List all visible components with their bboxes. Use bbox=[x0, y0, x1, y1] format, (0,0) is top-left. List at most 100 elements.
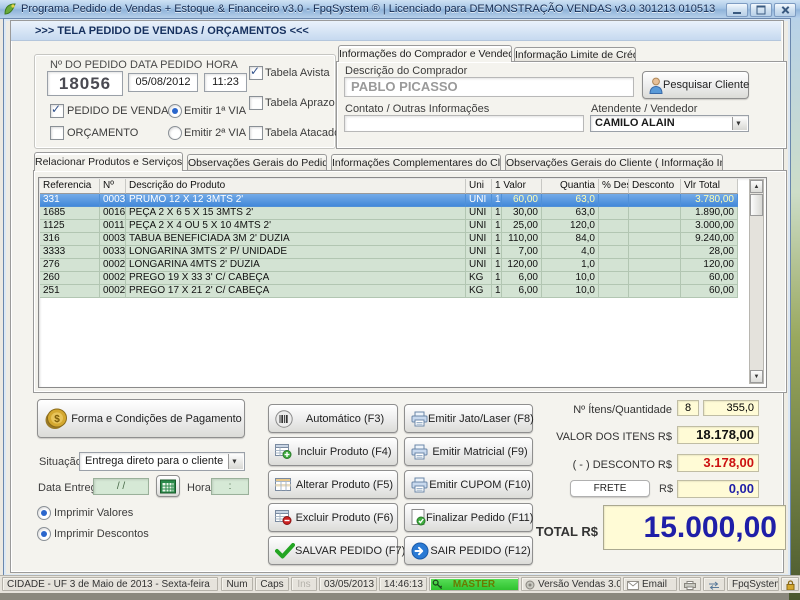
forma-pagamento-label: Forma e Condições de Pagamento bbox=[69, 413, 244, 425]
cell-valor: 60,00 bbox=[502, 194, 542, 207]
chevron-down-icon[interactable] bbox=[228, 454, 243, 469]
header-numero[interactable]: Nº bbox=[100, 179, 126, 194]
header-desconto[interactable]: Desconto bbox=[629, 179, 681, 194]
frete-label: FRETE bbox=[571, 483, 649, 494]
header-descricao[interactable]: Descrição do Produto bbox=[126, 179, 466, 194]
data-entrega-field[interactable]: / / bbox=[93, 478, 149, 495]
tabela-avista-label: Tabela Avista bbox=[265, 67, 330, 79]
table-row[interactable]: 260000260PREGO 19 X 33 3' C/ CABEÇAKG16,… bbox=[40, 272, 738, 285]
close-button[interactable] bbox=[774, 3, 796, 17]
header-desc-pct[interactable]: % Desc. bbox=[599, 179, 629, 194]
header-referencia[interactable]: Referencia bbox=[40, 179, 100, 194]
atendente-value: CAMILO ALAIN bbox=[595, 117, 675, 129]
salvar-pedido-button[interactable]: SALVAR PEDIDO (F7) bbox=[268, 536, 398, 565]
cell-ref: 331 bbox=[40, 194, 100, 207]
orcamento-checkbox[interactable] bbox=[50, 126, 64, 140]
tab-observacoes-pedido[interactable]: Observações Gerais do Pedido -> bbox=[187, 154, 327, 171]
maximize-button[interactable] bbox=[750, 3, 772, 17]
desconto-field: 3.178,00 bbox=[677, 454, 759, 472]
status-printer-cell[interactable] bbox=[679, 577, 701, 591]
products-table: Referencia Nº Descrição do Produto Uni 1… bbox=[38, 177, 767, 388]
tabela-aprazo-checkbox[interactable] bbox=[249, 96, 263, 110]
status-user: MASTER bbox=[453, 579, 495, 590]
via2-radio[interactable] bbox=[168, 126, 182, 140]
order-date-field[interactable]: 05/08/2012 bbox=[128, 73, 198, 92]
cell-quantia: 84,0 bbox=[542, 233, 599, 246]
pesquisar-cliente-button[interactable]: Pesquisar Cliente bbox=[642, 71, 749, 99]
cell-one: 1 bbox=[492, 233, 502, 246]
scroll-thumb[interactable] bbox=[750, 194, 763, 216]
via1-radio[interactable] bbox=[168, 104, 182, 118]
app-icon bbox=[3, 2, 17, 16]
hora-entrega-field[interactable]: : bbox=[211, 478, 249, 495]
alterar-produto-button[interactable]: Alterar Produto (F5) bbox=[268, 470, 398, 499]
cell-valor: 6,00 bbox=[502, 285, 542, 298]
emitir-cupom-button[interactable]: Emitir CUPOM (F10) bbox=[404, 470, 533, 499]
cell-desconto bbox=[629, 207, 681, 220]
header-valor[interactable]: 1 Valor bbox=[492, 179, 542, 194]
scroll-down-icon[interactable]: ▼ bbox=[750, 370, 763, 383]
barcode-icon bbox=[275, 410, 293, 428]
emitir-cupom-label: Emitir CUPOM (F10) bbox=[428, 479, 532, 491]
header-quantia[interactable]: Quantia bbox=[542, 179, 599, 194]
table-row[interactable]: 316000316TABUA BENEFICIADA 3M 2' DUZIAUN… bbox=[40, 233, 738, 246]
sair-pedido-button[interactable]: SAIR PEDIDO (F12) bbox=[404, 536, 533, 565]
calendar-button[interactable] bbox=[156, 475, 180, 497]
header-vlr-total[interactable]: Vlr Total bbox=[681, 179, 738, 194]
status-time: 14:46:13 bbox=[379, 577, 427, 591]
header-uni[interactable]: Uni bbox=[466, 179, 492, 194]
chevron-down-icon[interactable] bbox=[732, 117, 747, 130]
status-location: CIDADE - UF 3 de Maio de 2013 - Sexta-fe… bbox=[2, 577, 218, 591]
tabela-avista-checkbox[interactable] bbox=[249, 66, 263, 80]
products-table-rows: 331000331PRUMO 12 X 12 3MTS 2'UNI160,006… bbox=[40, 194, 738, 298]
table-scrollbar[interactable]: ▲ ▼ bbox=[749, 179, 764, 384]
order-time-label: HORA bbox=[206, 59, 238, 71]
cell-desc_pct bbox=[599, 194, 629, 207]
tab-observacoes-cliente[interactable]: Observações Gerais do Cliente ( Informaç… bbox=[505, 154, 723, 171]
taskbar-edge bbox=[0, 592, 789, 600]
table-row[interactable]: 331000331PRUMO 12 X 12 3MTS 2'UNI160,006… bbox=[40, 194, 738, 207]
descricao-comprador-field[interactable]: PABLO PICASSO bbox=[344, 77, 634, 97]
forma-pagamento-button[interactable]: $ Forma e Condições de Pagamento bbox=[37, 399, 245, 438]
tab-comprador-vendedor[interactable]: Informações do Comprador e Vendedor -> bbox=[338, 45, 512, 62]
exit-arrow-icon bbox=[411, 542, 429, 560]
rs-label: R$ bbox=[659, 483, 673, 495]
tab-informacoes-cliente[interactable]: Informações Complementares do Cliente -> bbox=[331, 154, 501, 171]
imprimir-descontos-radio[interactable] bbox=[37, 527, 51, 541]
via1-label: Emitir 1ª VIA bbox=[184, 105, 246, 117]
cell-total: 9.240,00 bbox=[681, 233, 738, 246]
cell-desconto bbox=[629, 246, 681, 259]
contato-field[interactable] bbox=[344, 115, 584, 132]
situacao-dropdown[interactable]: Entrega direto para o cliente bbox=[79, 452, 245, 471]
imprimir-descontos-label: Imprimir Descontos bbox=[54, 528, 149, 540]
status-sync-cell[interactable] bbox=[703, 577, 725, 591]
cell-num: 003333 bbox=[100, 246, 126, 259]
cell-desconto bbox=[629, 272, 681, 285]
minimize-button[interactable] bbox=[726, 3, 748, 17]
cell-total: 1.890,00 bbox=[681, 207, 738, 220]
status-email[interactable]: Email bbox=[623, 577, 677, 591]
table-row[interactable]: 251000251PREGO 17 X 21 2' C/ CABEÇAKG16,… bbox=[40, 285, 738, 298]
tabela-atacado-checkbox[interactable] bbox=[249, 126, 263, 140]
imprimir-valores-radio[interactable] bbox=[37, 506, 51, 520]
status-lock-cell[interactable] bbox=[781, 577, 799, 591]
frete-button[interactable]: FRETE bbox=[570, 480, 650, 497]
order-time-field[interactable]: 11:23 bbox=[204, 73, 247, 92]
order-number-field[interactable]: 18056 bbox=[47, 71, 123, 96]
scroll-up-icon[interactable]: ▲ bbox=[750, 180, 763, 193]
table-row[interactable]: 1685001685PEÇA 2 X 6 5 X 15 3MTS 2'UNI13… bbox=[40, 207, 738, 220]
cell-valor: 7,00 bbox=[502, 246, 542, 259]
excluir-produto-button[interactable]: Excluir Produto (F6) bbox=[268, 503, 398, 532]
tab-limite-credito[interactable]: Informação Limite de Crédito bbox=[514, 47, 636, 62]
printer-icon bbox=[684, 581, 696, 590]
atendente-dropdown[interactable]: CAMILO ALAIN bbox=[590, 115, 749, 132]
incluir-produto-button[interactable]: Incluir Produto (F4) bbox=[268, 437, 398, 466]
table-row[interactable]: 1125001125PEÇA 2 X 4 OU 5 X 10 4MTS 2'UN… bbox=[40, 220, 738, 233]
table-row[interactable]: 276000276LONGARINA 4MTS 2' DÚZIAUNI1120,… bbox=[40, 259, 738, 272]
tab-relacionar-produtos[interactable]: Relacionar Produtos e Serviços -> bbox=[34, 152, 183, 171]
pedido-venda-checkbox[interactable] bbox=[50, 104, 64, 118]
table-row[interactable]: 3333003333LONGARINA 3MTS 2' P/ UNIDADEUN… bbox=[40, 246, 738, 259]
cell-uni: UNI bbox=[466, 207, 492, 220]
cell-valor: 6,00 bbox=[502, 272, 542, 285]
automatico-button[interactable]: Automático (F3) bbox=[268, 404, 398, 433]
